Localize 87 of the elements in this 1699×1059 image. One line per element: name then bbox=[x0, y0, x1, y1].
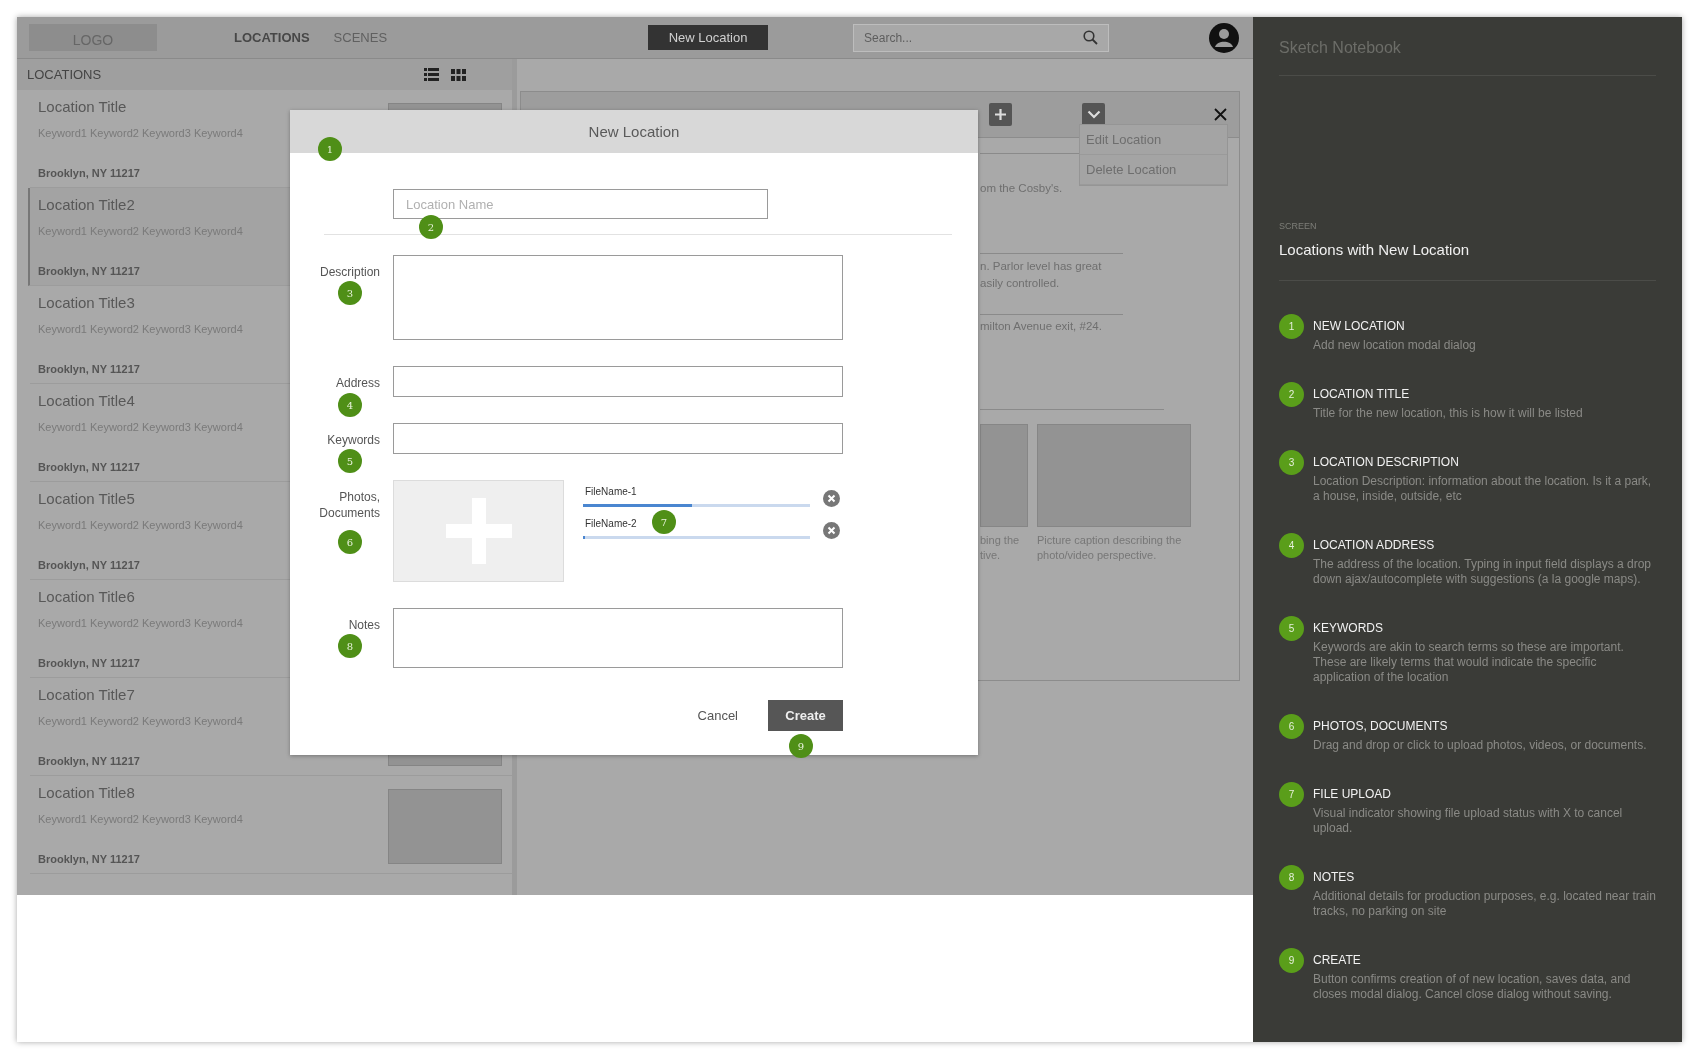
search-bar[interactable]: Search... bbox=[853, 23, 1110, 52]
list-view-icon[interactable] bbox=[424, 68, 439, 81]
close-icon bbox=[1214, 108, 1227, 121]
chevron-down-icon bbox=[1086, 110, 1101, 119]
location-title: Location Title8 bbox=[38, 784, 136, 801]
annotation-description: Drag and drop or click to upload photos, videos, or documents. bbox=[1313, 738, 1647, 753]
annotation-title: KEYWORDS bbox=[1313, 621, 1384, 635]
location-address: Brooklyn, NY 11217 bbox=[38, 461, 141, 473]
annotation-description: Location Description: information about the location. Is it a park, a house, inside, outside, etc bbox=[1313, 474, 1653, 504]
location-title: Location Title7 bbox=[38, 686, 136, 703]
annotation-title: LOCATION DESCRIPTION bbox=[1313, 455, 1460, 469]
annotation-description: Visual indicator showing file upload status with X to cancel upload. bbox=[1313, 806, 1624, 836]
location-address: Brooklyn, NY 11217 bbox=[38, 853, 141, 865]
annotation-number: 5 bbox=[1279, 616, 1304, 641]
list-heading: LOCATIONS bbox=[27, 67, 103, 82]
annotation-number: 4 bbox=[1279, 533, 1304, 558]
text-area[interactable] bbox=[393, 255, 843, 340]
screen-name: Locations with New Location bbox=[1279, 241, 1471, 258]
annotation-description: Additional details for production purposes, e.g. located near train tracks, no parking on site bbox=[1313, 889, 1656, 919]
annotation-number: 8 bbox=[1279, 865, 1304, 890]
input-field[interactable] bbox=[393, 423, 843, 454]
directions-text: milton Avenue exit, #24. bbox=[980, 319, 1102, 334]
location-title: Location Title4 bbox=[38, 392, 136, 409]
plus-icon bbox=[994, 108, 1007, 121]
location-address: Brooklyn, NY 11217 bbox=[38, 755, 141, 767]
search-field[interactable]: Search... bbox=[862, 29, 1084, 46]
annotation-marker: 1 bbox=[318, 137, 342, 161]
cancel-upload-icon[interactable] bbox=[823, 522, 840, 539]
annotation-description: Button confirms creation of of new location, saves data, and closes modal dialog. Cancel close dialog without saving. bbox=[1313, 972, 1632, 1002]
location-name-field[interactable]: Location Name bbox=[393, 189, 768, 219]
annotation-number: 2 bbox=[1279, 382, 1304, 407]
cancel-upload-icon[interactable] bbox=[823, 490, 840, 507]
location-title: Location Title2 bbox=[38, 196, 136, 213]
field-label: Photos, Documents bbox=[318, 489, 380, 521]
location-address: Brooklyn, NY 11217 bbox=[38, 657, 141, 669]
description-text: n. Parlor level has great asily controlled. bbox=[980, 259, 1102, 291]
annotation-title: LOCATION ADDRESS bbox=[1313, 538, 1436, 552]
annotation-number: 9 bbox=[1279, 948, 1304, 973]
new-location-button[interactable]: New Location bbox=[648, 25, 769, 50]
create-button[interactable]: Create bbox=[768, 700, 843, 731]
file-name: FileName-1 bbox=[584, 486, 637, 497]
location-title: Location Title3 bbox=[38, 294, 136, 311]
dropdown-button[interactable] bbox=[1082, 103, 1105, 126]
location-address: Brooklyn, NY 11217 bbox=[38, 363, 141, 375]
annotation-number: 6 bbox=[1279, 714, 1304, 739]
user-avatar-icon[interactable] bbox=[1209, 22, 1240, 53]
annotation-marker: 9 bbox=[789, 734, 813, 758]
annotation-marker: 2 bbox=[419, 215, 443, 239]
annotation-title: NOTES bbox=[1313, 870, 1356, 884]
annotation-description: Keywords are akin to search terms so these are important. These are likely terms that would indicate the specific application of the location bbox=[1313, 640, 1625, 685]
annotation-marker: 5 bbox=[338, 449, 362, 473]
annotation-marker: 6 bbox=[338, 530, 362, 554]
location-address: Brooklyn, NY 11217 bbox=[38, 167, 141, 179]
location-title: Location Title5 bbox=[38, 490, 136, 507]
description-text: om the Cosby's. bbox=[980, 181, 1063, 196]
field-label: Description bbox=[318, 264, 380, 280]
screen-label: SCREEN bbox=[1279, 221, 1318, 231]
annotation-description: Title for the new location, this is how it will be listed bbox=[1313, 406, 1583, 421]
location-title: Location Title bbox=[38, 98, 128, 115]
text-area[interactable] bbox=[393, 608, 843, 668]
annotation-title: LOCATION TITLE bbox=[1313, 387, 1411, 401]
location-address: Brooklyn, NY 11217 bbox=[38, 559, 141, 571]
file-name: FileName-2 bbox=[584, 518, 637, 529]
annotation-title: CREATE bbox=[1313, 953, 1362, 967]
annotation-number: 3 bbox=[1279, 450, 1304, 475]
input-field[interactable] bbox=[393, 366, 843, 397]
annotation-title: PHOTOS, DOCUMENTS bbox=[1313, 719, 1449, 733]
field-label: Keywords bbox=[326, 432, 380, 448]
location-address: Brooklyn, NY 11217 bbox=[38, 265, 141, 277]
annotation-marker: 8 bbox=[338, 634, 362, 658]
search-icon[interactable] bbox=[1083, 30, 1099, 45]
annotation-marker: 7 bbox=[652, 510, 676, 534]
annotation-number: 1 bbox=[1279, 314, 1304, 339]
annotation-marker: 3 bbox=[338, 281, 362, 305]
nav-tab[interactable]: LOCATIONS bbox=[234, 30, 310, 45]
location-title: Location Title6 bbox=[38, 588, 136, 605]
annotation-description: The address of the location. Typing in input field displays a drop down ajax/autocomplete with suggestions (a la google maps). bbox=[1313, 557, 1652, 587]
annotation-description: Add new location modal dialog bbox=[1313, 338, 1476, 353]
annotation-title: NEW LOCATION bbox=[1313, 319, 1406, 333]
nav-tab[interactable]: SCENES bbox=[333, 30, 388, 45]
annotation-title: FILE UPLOAD bbox=[1313, 787, 1393, 801]
cancel-link[interactable]: Cancel bbox=[697, 708, 738, 723]
annotation-marker: 4 bbox=[338, 393, 362, 417]
annotation-number: 7 bbox=[1279, 782, 1304, 807]
field-label: Notes bbox=[347, 617, 380, 633]
grid-view-icon[interactable] bbox=[451, 68, 466, 81]
add-button[interactable] bbox=[989, 103, 1012, 126]
